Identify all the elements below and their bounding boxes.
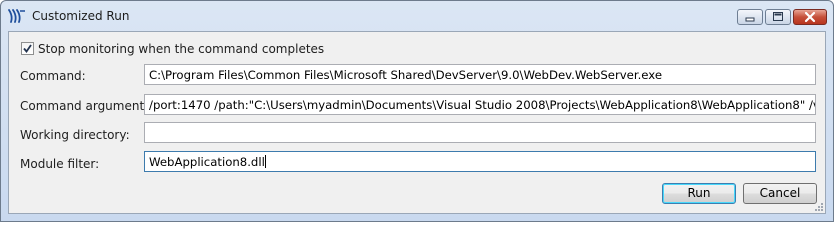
- module-filter-field[interactable]: WebApplication8.dll: [144, 151, 816, 172]
- app-logo-icon: [8, 9, 25, 23]
- title-bar[interactable]: Customized Run: [1, 1, 833, 31]
- module-filter-label: Module filter:: [20, 157, 100, 171]
- stop-monitoring-label[interactable]: Stop monitoring when the command complet…: [38, 42, 324, 56]
- minimize-icon: [745, 17, 755, 22]
- working-directory-field[interactable]: [144, 122, 816, 143]
- command-field[interactable]: C:\Program Files\Common Files\Microsoft …: [144, 64, 816, 85]
- checkmark-icon: [23, 44, 32, 53]
- close-icon: [804, 11, 816, 23]
- resize-grip-icon[interactable]: [812, 200, 824, 212]
- text-caret: [264, 155, 266, 168]
- stop-monitoring-checkbox[interactable]: [21, 42, 34, 55]
- run-button[interactable]: Run: [662, 183, 736, 204]
- working-directory-label: Working directory:: [20, 128, 130, 142]
- dialog-window: Customized Run Stop monitoring when the …: [0, 0, 834, 222]
- command-arguments-label: Command arguments:: [20, 99, 155, 113]
- window-title: Customized Run: [32, 9, 130, 23]
- close-button[interactable]: [793, 9, 827, 25]
- command-label: Command:: [20, 69, 86, 83]
- command-arguments-field[interactable]: /port:1470 /path:"C:\Users\myadmin\Docum…: [144, 94, 816, 115]
- maximize-icon: [773, 12, 783, 21]
- dialog-body: Stop monitoring when the command complet…: [8, 31, 826, 214]
- module-filter-value: WebApplication8.dll: [149, 155, 265, 169]
- maximize-button[interactable]: [765, 9, 791, 25]
- minimize-button[interactable]: [737, 9, 763, 25]
- cancel-button[interactable]: Cancel: [743, 183, 817, 204]
